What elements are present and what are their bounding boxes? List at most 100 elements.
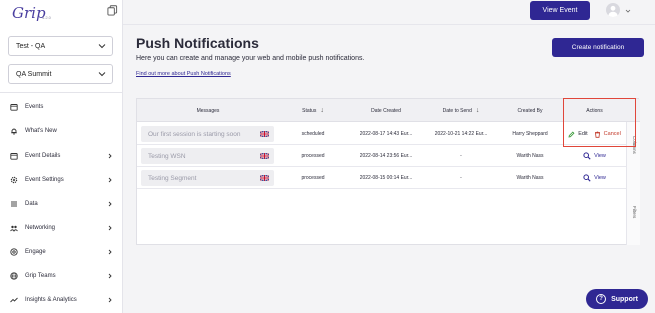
main-content: Push Notifications Here you can create a… bbox=[123, 25, 655, 313]
uk-flag-icon bbox=[260, 153, 269, 159]
message-preview[interactable]: Testing WSN bbox=[141, 148, 274, 164]
sidebar-item-label: Engage bbox=[25, 249, 46, 255]
chevron-right-icon bbox=[108, 225, 112, 231]
sidebar-item-label: Insights & Analytics bbox=[25, 297, 77, 303]
sidebar-item-label: Event Settings bbox=[25, 177, 64, 183]
filters-tab[interactable]: Filters bbox=[632, 206, 637, 218]
trash-icon bbox=[594, 131, 600, 138]
date-created-cell: 2022-08-17 14:43 Eur... bbox=[359, 131, 413, 137]
chevron-down-icon bbox=[98, 72, 106, 77]
column-header-status[interactable]: Status ↓ bbox=[279, 99, 347, 122]
table-header: Messages Status ↓ Date Created Date to Se… bbox=[137, 99, 640, 122]
actions-cell: Edit Cancel bbox=[563, 123, 626, 145]
sort-down-icon[interactable]: ↓ bbox=[320, 107, 324, 114]
user-icon bbox=[608, 5, 618, 17]
top-bar: View Event bbox=[123, 0, 655, 25]
chevron-right-icon bbox=[108, 201, 112, 207]
pencil-icon bbox=[568, 131, 575, 138]
avatar[interactable] bbox=[606, 3, 620, 17]
trend-icon bbox=[10, 297, 18, 303]
sidebar-item-grip-teams[interactable]: Grip Teams bbox=[0, 268, 123, 284]
sidebar-item-event-settings[interactable]: Event Settings bbox=[0, 172, 123, 188]
actions-cell: View bbox=[563, 167, 626, 189]
created-by-cell: Harry Sheppard bbox=[512, 131, 548, 137]
event-select-value: QA Summit bbox=[16, 70, 52, 78]
copy-icon[interactable] bbox=[107, 5, 118, 16]
edit-button[interactable]: Edit bbox=[568, 131, 588, 138]
chevron-right-icon bbox=[108, 273, 112, 279]
table-row[interactable]: Testing Segment processed 2022-08-15 00:… bbox=[137, 167, 626, 189]
uk-flag-icon bbox=[260, 175, 269, 181]
column-header-actions: Actions bbox=[586, 107, 603, 114]
status-cell: processed bbox=[301, 153, 325, 159]
table-row[interactable]: Our first session is starting soon sched… bbox=[137, 123, 626, 145]
app-version: 4.2.0 bbox=[42, 15, 51, 20]
help-link[interactable]: Find out more about Push Notifications bbox=[136, 71, 231, 77]
at-icon bbox=[10, 248, 18, 256]
sidebar-divider bbox=[0, 92, 123, 93]
org-select-value: Test - QA bbox=[16, 42, 46, 50]
sidebar-item-data[interactable]: Data bbox=[0, 196, 123, 212]
column-header-date-created[interactable]: Date Created bbox=[347, 99, 425, 122]
grip-logo[interactable]: Grip bbox=[12, 4, 46, 22]
bell-icon bbox=[11, 128, 17, 135]
sidebar-item-label: Data bbox=[25, 201, 38, 207]
status-cell: scheduled bbox=[301, 131, 325, 137]
chevron-down-icon bbox=[98, 44, 106, 49]
notifications-table: Messages Status ↓ Date Created Date to Se… bbox=[136, 98, 640, 245]
columns-tab[interactable]: Columns bbox=[632, 136, 637, 154]
message-preview[interactable]: Testing Segment bbox=[141, 170, 274, 186]
actions-cell: View bbox=[563, 145, 626, 167]
side-tool-panel: Columns Filters bbox=[626, 122, 640, 245]
table-row[interactable]: Testing WSN processed 2022-08-14 23:56 E… bbox=[137, 145, 626, 167]
sort-down-icon[interactable]: ↓ bbox=[476, 107, 480, 114]
column-header-created-by[interactable]: Created By bbox=[497, 99, 563, 122]
create-notification-button[interactable]: Create notification bbox=[552, 38, 644, 57]
magnifier-icon bbox=[583, 152, 591, 160]
help-icon: ? bbox=[596, 294, 607, 304]
magnifier-icon bbox=[583, 174, 591, 182]
created-by-cell: Warith Nass bbox=[516, 175, 544, 181]
sidebar-item-insights-analytics[interactable]: Insights & Analytics bbox=[0, 292, 123, 308]
sidebar-item-label: What's New bbox=[25, 128, 57, 134]
view-button[interactable]: View bbox=[583, 152, 606, 160]
view-event-button[interactable]: View Event bbox=[530, 1, 590, 20]
page-title: Push Notifications bbox=[136, 35, 259, 51]
sidebar: Grip 4.2.0 Test - QA QA Summit Events Wh… bbox=[0, 0, 123, 313]
message-preview[interactable]: Our first session is starting soon bbox=[141, 126, 274, 142]
chevron-down-icon[interactable] bbox=[625, 8, 631, 14]
sidebar-item-networking[interactable]: Networking bbox=[0, 220, 123, 236]
page-subtitle: Here you can create and manage your web … bbox=[136, 55, 365, 62]
chevron-right-icon bbox=[108, 297, 112, 303]
globe-icon bbox=[10, 272, 18, 280]
sidebar-item-label: Networking bbox=[25, 225, 56, 231]
chevron-right-icon bbox=[108, 249, 112, 255]
list-icon bbox=[11, 201, 17, 207]
calendar-icon bbox=[10, 104, 18, 111]
sidebar-item-label: Grip Teams bbox=[25, 273, 56, 279]
sidebar-item-events[interactable]: Events bbox=[0, 99, 123, 115]
status-cell: processed bbox=[301, 175, 325, 181]
sidebar-item-label: Event Details bbox=[25, 153, 61, 159]
date-to-send-cell: - bbox=[460, 153, 462, 159]
chevron-right-icon bbox=[108, 153, 112, 159]
sidebar-item-event-details[interactable]: Event Details bbox=[0, 148, 123, 164]
date-to-send-cell: 2022-10-21 14:22 Eur... bbox=[434, 131, 488, 137]
column-header-date-to-send[interactable]: Date to Send ↓ bbox=[425, 99, 497, 122]
date-to-send-cell: - bbox=[460, 175, 462, 181]
event-select[interactable]: QA Summit bbox=[8, 64, 113, 84]
people-icon bbox=[10, 225, 18, 232]
org-select[interactable]: Test - QA bbox=[8, 36, 113, 56]
sidebar-item-engage[interactable]: Engage bbox=[0, 244, 123, 260]
column-header-messages[interactable]: Messages bbox=[137, 99, 279, 122]
sidebar-item-whats-new[interactable]: What's New bbox=[0, 123, 123, 139]
gear-icon bbox=[10, 176, 18, 184]
created-by-cell: Warith Nass bbox=[516, 153, 544, 159]
cancel-button[interactable]: Cancel bbox=[594, 131, 621, 138]
uk-flag-icon bbox=[260, 131, 269, 137]
view-button[interactable]: View bbox=[583, 174, 606, 182]
support-button[interactable]: ? Support bbox=[586, 289, 648, 309]
calendar-icon bbox=[10, 153, 18, 160]
sidebar-item-label: Events bbox=[25, 104, 44, 110]
chevron-right-icon bbox=[108, 177, 112, 183]
